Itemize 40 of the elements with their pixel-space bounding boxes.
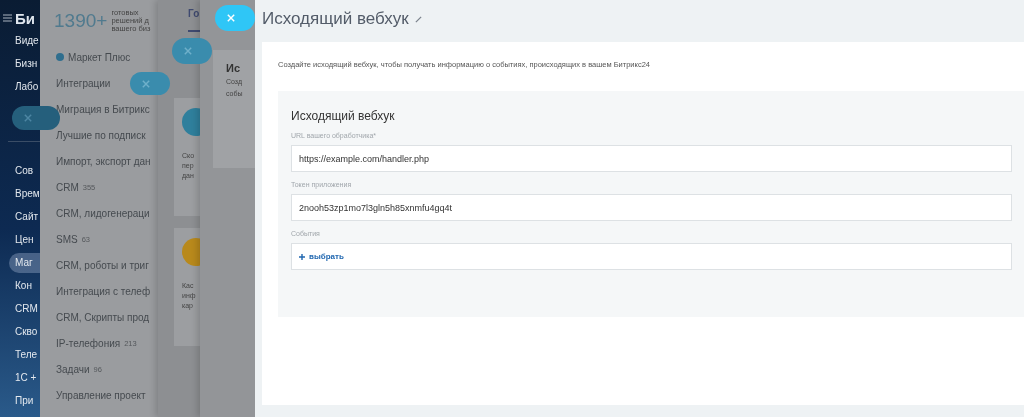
nav-item[interactable]: Виде bbox=[15, 31, 40, 51]
menu-icon[interactable] bbox=[3, 14, 12, 22]
category-item[interactable]: Интеграция с телеф bbox=[56, 278, 151, 304]
card-title: Ис bbox=[226, 62, 242, 74]
apps-count: 1390+ bbox=[54, 10, 108, 32]
category-item[interactable]: Импорт, экспорт дан bbox=[56, 148, 151, 174]
nav-item[interactable]: Маг bbox=[9, 253, 40, 273]
nav-item[interactable]: Цен bbox=[15, 230, 40, 250]
category-item[interactable]: CRM, лидогенераци bbox=[56, 200, 150, 226]
nav-item[interactable]: Скво bbox=[15, 322, 40, 342]
nav-item[interactable]: Сайт bbox=[15, 207, 40, 227]
plus-icon bbox=[299, 253, 305, 260]
nav-item[interactable]: Бизн bbox=[15, 54, 40, 74]
nav-item[interactable]: Кон bbox=[15, 276, 40, 296]
close-icon bbox=[142, 79, 150, 88]
nav-item[interactable]: Врем bbox=[15, 184, 40, 204]
nav-item[interactable]: CRM bbox=[15, 299, 40, 319]
brand-title: Би bbox=[15, 9, 35, 27]
nav-item[interactable]: Лабо bbox=[15, 77, 40, 97]
category-item[interactable]: Лучшие по подписк bbox=[56, 122, 146, 148]
nav-item[interactable]: Сов bbox=[15, 161, 40, 181]
select-link[interactable]: выбрать bbox=[299, 252, 344, 261]
input-field[interactable]: https://example.com/handler.php bbox=[291, 145, 1012, 172]
category-item[interactable]: Управление проект bbox=[56, 382, 146, 408]
pencil-icon[interactable] bbox=[414, 15, 422, 23]
nav-item[interactable]: При bbox=[15, 391, 40, 411]
market-icon bbox=[56, 53, 64, 61]
category-item[interactable]: CRM, роботы и триг bbox=[56, 252, 149, 278]
input-field[interactable]: 2nooh53zp1mo7l3gln5h85xnmfu4gq4t bbox=[291, 194, 1012, 221]
close-icon bbox=[24, 114, 32, 122]
form-title: Исходящий вебхук bbox=[291, 109, 396, 123]
category-item[interactable]: Миграция в Битрикс bbox=[56, 96, 150, 122]
close-icon bbox=[227, 14, 235, 22]
nav-item[interactable]: 1С + bbox=[15, 368, 40, 388]
category-item[interactable]: CRM, Скрипты прод bbox=[56, 304, 150, 330]
slider-title: Исходящий вебхук bbox=[262, 9, 409, 29]
category-item[interactable]: Маркет Плюс bbox=[56, 44, 131, 70]
category-item[interactable]: Интеграции bbox=[56, 70, 111, 96]
nav-item[interactable]: Теле bbox=[15, 345, 40, 365]
close-icon bbox=[184, 47, 192, 55]
